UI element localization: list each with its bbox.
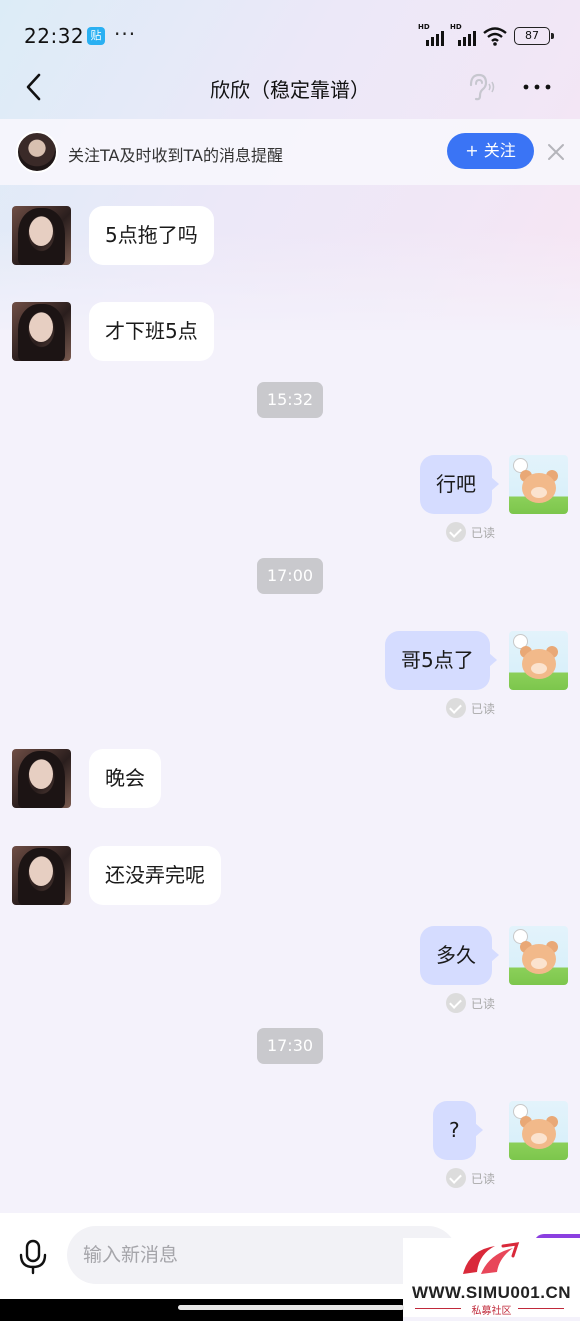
status-indicators: HD HD 87 [418, 23, 554, 47]
watermark-logo-icon [463, 1242, 520, 1274]
check-circle-icon [446, 522, 466, 542]
check-circle-icon [446, 1168, 466, 1188]
signal-icon: HD [450, 23, 476, 46]
more-horizontal-icon [523, 84, 551, 90]
message-bubble-incoming[interactable]: 5点拖了吗 [89, 206, 214, 265]
my-avatar[interactable] [509, 455, 568, 514]
chat-header: 欣欣（稳定靠谱） [0, 60, 580, 116]
signal-hd-label: HD [418, 23, 430, 31]
contact-avatar[interactable] [12, 302, 71, 361]
wifi-icon [483, 27, 507, 46]
message-bubble-outgoing[interactable]: 行吧 [420, 455, 499, 514]
follow-button[interactable]: + 关注 [447, 133, 534, 169]
read-receipt: 已读 [446, 521, 495, 543]
watermark-subtitle: 私募社区 [471, 1306, 512, 1317]
header-gradient-fade [0, 230, 580, 350]
my-avatar[interactable] [509, 926, 568, 985]
microphone-icon [19, 1239, 47, 1275]
ear-icon [469, 73, 495, 101]
follow-prompt-text: 关注TA及时收到TA的消息提醒 [68, 146, 283, 165]
read-status-text: 已读 [471, 525, 496, 540]
close-follow-bar-button[interactable] [546, 142, 566, 162]
read-receipt: 已读 [446, 992, 495, 1014]
more-options-button[interactable] [521, 74, 553, 100]
read-status-text: 已读 [471, 1171, 496, 1186]
status-time: 22:32 [24, 24, 85, 48]
battery-icon: 87 [514, 27, 554, 45]
check-circle-icon [446, 698, 466, 718]
contact-avatar[interactable] [12, 846, 71, 905]
read-status-text: 已读 [471, 996, 496, 1011]
voice-input-button[interactable] [18, 1239, 48, 1275]
message-bubble-incoming[interactable]: 晚会 [89, 749, 161, 808]
paste-badge-icon: 贴 [87, 27, 105, 45]
navigation-bar [0, 1299, 403, 1321]
read-status-text: 已读 [471, 701, 496, 716]
close-icon [548, 144, 564, 160]
home-indicator[interactable] [178, 1305, 404, 1310]
status-more-dots: ··· [114, 22, 137, 46]
signal-icon: HD [418, 23, 444, 46]
check-circle-icon [446, 993, 466, 1013]
watermark-divider [518, 1308, 564, 1309]
earpiece-mode-button[interactable] [464, 72, 496, 102]
message-bubble-incoming[interactable]: 还没弄完呢 [89, 846, 221, 905]
signal-hd-label: HD [450, 23, 462, 31]
read-receipt: 已读 [446, 1167, 495, 1189]
message-timestamp: 15:32 [257, 382, 323, 418]
message-timestamp: 17:30 [257, 1028, 323, 1064]
message-bubble-outgoing[interactable]: 多久 [420, 926, 499, 985]
message-bubble-incoming[interactable]: 才下班5点 [89, 302, 214, 361]
read-receipt: 已读 [446, 697, 495, 719]
message-timestamp: 17:00 [257, 558, 323, 594]
message-bubble-outgoing[interactable]: 哥5点了 [385, 631, 497, 690]
contact-avatar [16, 131, 58, 173]
contact-avatar[interactable] [12, 749, 71, 808]
contact-avatar[interactable] [12, 206, 71, 265]
message-bubble-outgoing[interactable]: ? [433, 1101, 483, 1160]
my-avatar[interactable] [509, 1101, 568, 1160]
message-input[interactable] [67, 1226, 457, 1284]
watermark-url: WWW.SIMU001.CN [411, 1283, 572, 1302]
my-avatar[interactable] [509, 631, 568, 690]
